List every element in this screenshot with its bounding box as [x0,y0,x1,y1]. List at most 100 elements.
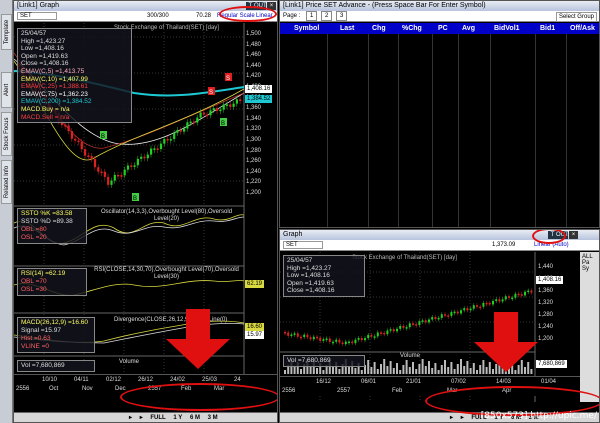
macd-signal-tag: 15.97 [245,331,265,339]
right-vol-info-box: Vol =7,680,869 [283,355,365,367]
time-tick-label: 24 [234,377,241,383]
price-table-body [280,34,599,227]
left-out-button[interactable]: OUT [254,2,267,10]
left-time-axis: 10/10 04/11 02/12 26/12 24/02 25/03 24 2556 Oct… [14,374,277,394]
right-side-panel: ALL Pa Sy [580,252,599,402]
left-price-axis-label: 1,280 [246,147,262,154]
last-price-tag: 1,408.16 [245,85,273,93]
left-price-axis-label: 1,300 [246,137,262,143]
left-price-axis-label: 1,340 [246,115,262,122]
month-label: Mar [447,388,458,394]
svg-text:B: B [101,134,105,140]
arrow-annotation-icon [166,309,230,369]
right-zoom-in-icon[interactable]: ▸ [450,413,453,422]
left-price-axis-label: 1,360 [246,105,262,112]
right-zoom-out-icon[interactable]: ▸ [461,413,464,422]
right-price-axis-label: 1,320 [538,300,554,306]
rsi-title: RSI(CLOSE,14,30,70),Overbought Level(70)… [94,267,239,280]
left-price-axis-label: 1,260 [246,158,262,165]
left-counter: 300/300 [147,13,169,19]
left-price-display: 70.28 [196,13,212,19]
right-symbol-input[interactable]: SET [283,241,323,249]
left-symbol-input[interactable]: SET [17,12,57,20]
time-tick-label: 07/02 [451,379,467,385]
osc-title: Oscillator(14,3,3),Overbought Level(80),… [100,209,233,222]
page-tab-3[interactable]: 3 [336,11,348,21]
left-price-axis-label: 1,240 [246,168,262,175]
time-tick-label: 14/03 [496,379,512,385]
right-close-icon[interactable]: × [569,231,578,239]
month-label: Apr [502,388,512,394]
time-tick-label: 10/10 [42,377,58,383]
page-label: Page : [283,13,301,19]
price-window-titlebar: [Link1] Price SET Advance - (Press Space… [280,1,599,11]
right-counter: 1,373.09 [492,242,516,248]
left-tf-3m[interactable]: 3 M [208,413,218,422]
right-out-button[interactable]: OUT [556,231,569,239]
left-zoom-out-icon[interactable]: ▸ [140,413,143,422]
select-group-dropdown[interactable]: Select Group [555,12,597,22]
vtab-template[interactable]: Template [1,14,12,50]
time-tick-label: 25/03 [202,377,218,383]
month-label: 2557 [337,388,351,394]
col-bidvol1[interactable]: BidVol1 [494,23,520,34]
col-pc[interactable]: PC [438,23,448,34]
col-off-ask[interactable]: Off/Ask [570,23,595,34]
col-pct-chg[interactable]: %Chg [402,23,422,34]
left-info-box: 25/04/57 High =1,423.27 Low =1,408.16 Op… [17,28,132,124]
page-tab-2[interactable]: 2 [321,11,333,21]
left-tf-1y[interactable]: 1 Y [173,413,182,422]
left-price-axis-label: 1,440 [246,62,262,69]
linear-scale-toggle[interactable]: Linear [256,11,273,22]
left-tf-6m[interactable]: 6 M [190,413,200,422]
price-table-window: [Link1] Price SET Advance - (Press Space… [279,0,600,228]
right-last-price-tag: 1,408.16 [536,276,564,284]
col-chg[interactable]: Chg [372,23,386,34]
month-label: Oct [49,386,59,392]
month-label: 2556 [282,388,296,394]
ssto-info-box: SSTO %K =83.58 SSTO %D =89.38 OBL =80 OS… [17,208,87,244]
rsi-value-tag: 62.19 [245,280,265,288]
page-tab-1[interactable]: 1 [306,11,318,21]
col-avg[interactable]: Avg [462,23,475,34]
right-price-axis-label: 1,360 [538,288,554,294]
vertical-tab-strip: Template Alert Stock Focus Related Info [0,0,13,423]
col-symbol[interactable]: Symbol [294,23,319,34]
right-chart-title: Stock Exchange of Thailand(SET) [day] [352,255,457,261]
rsi-info-box: RSI(14) =62.19 OBL =70 OSL =30 [17,268,87,296]
svg-text:S: S [226,76,230,82]
arrow-annotation-icon [474,312,538,372]
month-label: 2557 [148,386,162,392]
right-time-axis: 16/12 06/01 21/01 07/02 14/03 01/04 2556 2557 F… [280,376,580,396]
right-info-box: 25/04/57 High =1,423.27 Low =1,408.16 Op… [283,255,365,297]
col-last[interactable]: Last [340,23,354,34]
left-zoom-in-icon[interactable]: ▸ [129,413,132,422]
time-tick-label: 06/01 [361,379,377,385]
month-label: Mar [214,386,225,392]
macd-info-box: MACD(26,12,9) =16.60 Signal =15.97 Hist … [17,317,95,353]
time-tick-label: 04/11 [74,377,89,383]
right-vol-title: Volume [400,353,421,359]
right-price-axis-label: 1,440 [538,264,554,270]
left-close-icon[interactable]: × [267,2,276,10]
left-price-axis-label: 1,220 [246,179,262,186]
svg-text:B: B [133,196,137,202]
month-label: Feb [392,388,403,394]
month-label: Dec [115,386,126,392]
vtab-alert[interactable]: Alert [1,72,12,108]
left-price-axis-label: 1,460 [246,52,262,59]
time-tick-label: 16/12 [316,379,332,385]
col-bid1[interactable]: Bid1 [540,23,555,34]
price-window-toolbar: Page : 1 2 3 Select Group [280,11,599,22]
vol-title: Volume [119,359,140,365]
vtab-related-info[interactable]: Related Info [1,160,12,204]
vol-info-box: Vol =7,680,869 [17,360,95,372]
right-scale-toggle[interactable]: Linear (Auto) [534,240,569,251]
vtab-stock-focus[interactable]: Stock Focus [1,112,12,156]
left-tf-full[interactable]: FULL [150,413,165,422]
right-graph-toolbar: SET 1,373.09 Linear (Auto) [280,240,599,251]
regular-scale-toggle[interactable]: Regular Scale [217,11,255,22]
month-label: Feb [181,386,192,392]
price-table-header: Symbol Last Chg %Chg PC Avg BidVol1 Bid1… [280,23,599,34]
left-timeframe-bar: ▸ ▸ FULL 1 Y 6 M 3 M [14,412,277,422]
